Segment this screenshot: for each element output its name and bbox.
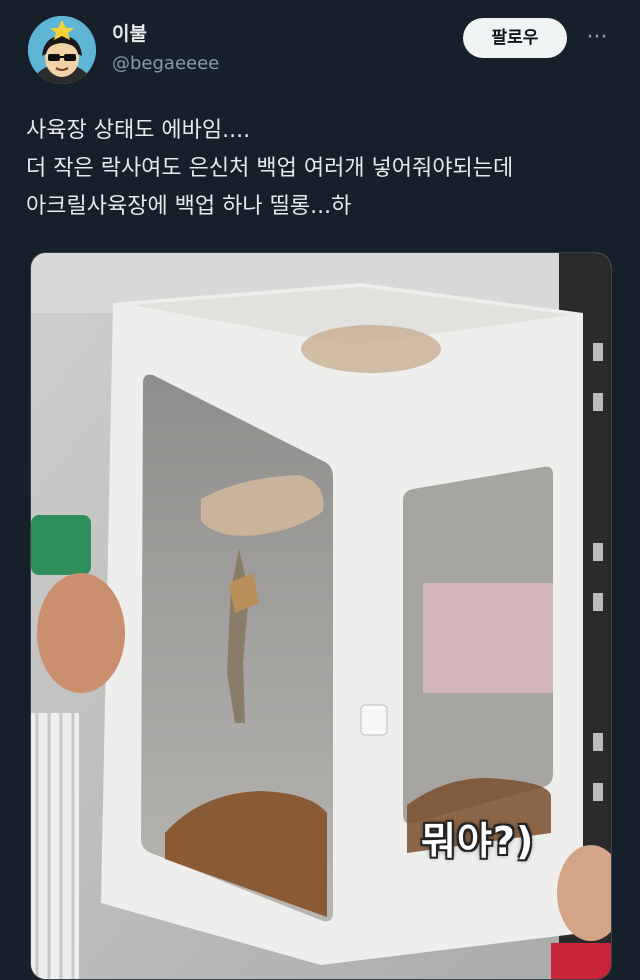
follow-button[interactable]: 팔로우 [463,18,567,58]
tweet-line: 아크릴사육장에 백업 하나 띨롱...하 [26,194,352,219]
more-options-icon[interactable]: ··· [578,20,616,56]
user-handle[interactable]: @begaeeee [112,50,219,78]
tweet-header: 이불 @begaeeee 팔로우 ··· [0,0,640,96]
avatar[interactable] [28,16,96,84]
display-name[interactable]: 이불 [112,22,219,46]
tweet-line: 사육장 상태도 에바임.... [26,118,251,143]
terrarium-photo [31,253,611,979]
media-image[interactable]: 뭐야?) [30,252,612,980]
avatar-illustration [28,16,96,84]
tweet-text: 사육장 상태도 에바임.... 더 작은 락사여도 은신처 백업 여러개 넣어줘… [26,112,626,226]
tweet-line: 더 작은 락사여도 은신처 백업 여러개 넣어줘야되는데 [26,156,514,181]
video-caption: 뭐야?) [421,819,535,863]
author-names: 이불 @begaeeee [112,22,219,78]
